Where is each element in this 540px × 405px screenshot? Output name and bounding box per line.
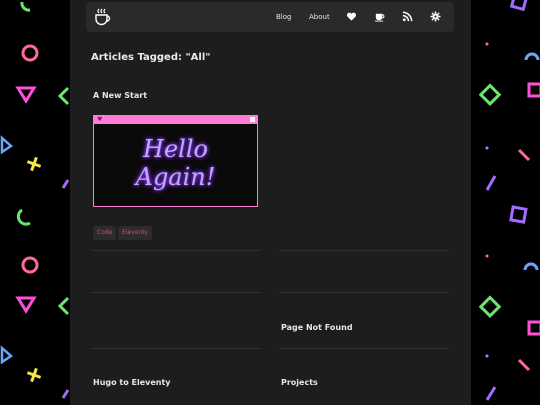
post-title-hugo-to-eleventy[interactable]: Hugo to Eleventy xyxy=(93,378,171,387)
main-content: Blog About Articles Tagged: "All" A New … xyxy=(70,0,471,405)
tag-eleventy[interactable]: Eleventy xyxy=(118,226,153,240)
neon-text-line-1: Hello xyxy=(143,135,208,163)
neon-text-line-2: Again! xyxy=(135,163,216,191)
background-decoration-right xyxy=(478,0,540,401)
rss-icon[interactable] xyxy=(402,11,413,22)
divider xyxy=(91,250,261,251)
divider xyxy=(91,292,261,293)
divider xyxy=(91,348,261,349)
window-titlebar: ♥ xyxy=(94,116,257,124)
window-button-icon xyxy=(250,117,255,122)
coffee-icon[interactable] xyxy=(374,11,385,22)
divider xyxy=(279,348,449,349)
coffee-cup-icon[interactable] xyxy=(94,8,112,26)
top-navbar: Blog About xyxy=(86,2,454,32)
gear-icon[interactable] xyxy=(430,11,441,22)
heart-icon: ♥ xyxy=(97,116,103,123)
nav-link-blog[interactable]: Blog xyxy=(276,13,291,21)
tag-code[interactable]: Code xyxy=(93,226,117,240)
page-title: Articles Tagged: "All" xyxy=(91,52,211,63)
divider xyxy=(279,250,449,251)
post-image-hello-again[interactable]: ♥ Hello Again! xyxy=(93,115,258,207)
divider xyxy=(279,292,449,293)
heart-icon[interactable] xyxy=(346,11,357,22)
post-title-projects[interactable]: Projects xyxy=(281,378,318,387)
nav-link-about[interactable]: About xyxy=(309,13,330,21)
post-title-page-not-found[interactable]: Page Not Found xyxy=(281,323,353,332)
post-title-a-new-start[interactable]: A New Start xyxy=(93,91,147,100)
background-decoration-left xyxy=(0,1,70,399)
